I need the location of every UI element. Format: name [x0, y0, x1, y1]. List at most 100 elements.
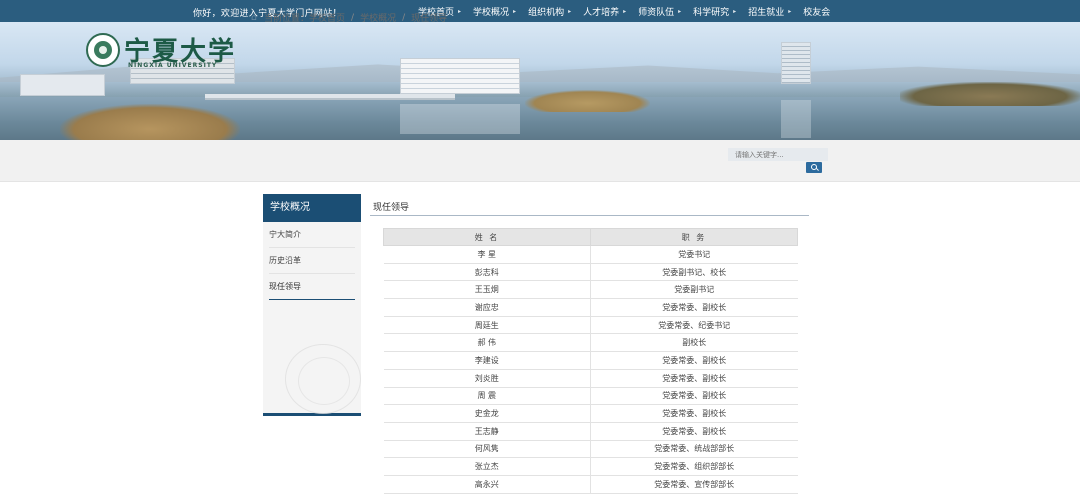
chevron-right-icon: ▸	[513, 7, 517, 15]
table-row: 王玉炯 党委副书记	[383, 280, 798, 300]
banner-reeds	[60, 104, 240, 140]
page-title: 现任领导	[373, 203, 410, 213]
cell-position: 党委常委、副校长	[590, 422, 798, 441]
cell-position: 党委常委、宣传部部长	[590, 475, 798, 494]
nav-item-faculty[interactable]: 师资队伍 ▸	[638, 5, 681, 18]
cell-name: 周廷生	[383, 316, 591, 335]
cell-name: 张立杰	[383, 457, 591, 476]
search-input[interactable]	[728, 148, 828, 161]
sidebar-item-history[interactable]: 历史沿革	[269, 248, 355, 274]
cell-name: 王志静	[383, 422, 591, 441]
table-row: 周廷生 党委常委、纪委书记	[383, 316, 798, 335]
table-row: 高永兴 党委常委、宣传部部长	[383, 475, 798, 494]
chevron-right-icon: ▸	[733, 7, 737, 15]
banner-reflection	[400, 104, 520, 134]
sidebar-title: 学校概况	[263, 194, 361, 222]
banner-reeds	[525, 90, 650, 112]
cell-position: 党委常委、统战部部长	[590, 440, 798, 459]
nav-label: 组织机构	[528, 7, 565, 18]
banner-building	[400, 58, 520, 94]
cell-name: 彭志科	[383, 263, 591, 282]
column-header-name: 姓 名	[383, 228, 591, 246]
breadcrumb-separator: /	[402, 12, 406, 23]
table-body: 李 星党委书记 彭志科 党委副书记、校长 王玉炯 党委副书记 谢应忠 党委常委、副校长 周廷生…	[383, 245, 798, 494]
table-row: 李建设 党委常委、副校长	[383, 351, 798, 370]
cell-name: 高永兴	[383, 475, 591, 494]
breadcrumb: ⌂ 当前位置： 学校首页 / 学校概况 / 现任领导	[251, 11, 448, 25]
cell-position: 党委常委、组织部部长	[590, 457, 798, 476]
table-row: 王志静 党委常委、副校长	[383, 422, 798, 441]
table-row: 郝 伟副校长	[383, 333, 798, 353]
table-row: 谢应忠 党委常委、副校长	[383, 298, 798, 317]
cell-position: 党委书记	[590, 245, 798, 264]
university-emblem-icon[interactable]	[86, 33, 120, 67]
cell-position: 党委常委、副校长	[590, 369, 798, 388]
cell-position: 党委常委、副校长	[590, 404, 798, 423]
nav-item-admission[interactable]: 招生就业 ▸	[748, 5, 791, 18]
table-row: 史金龙 党委常委、副校长	[383, 404, 798, 423]
nav-item-education[interactable]: 人才培养 ▸	[583, 5, 626, 18]
breadcrumb-prefix: 当前位置：	[264, 14, 310, 24]
chevron-right-icon: ▸	[623, 7, 627, 15]
nav-item-overview[interactable]: 学校概况 ▸	[473, 5, 516, 18]
nav-label: 师资队伍	[638, 7, 675, 18]
banner-building	[20, 74, 105, 96]
table-row: 周 震党委常委、副校长	[383, 387, 798, 406]
nav-item-alumni[interactable]: 校友会	[803, 5, 830, 18]
breadcrumb-home[interactable]: 学校首页	[309, 11, 345, 24]
university-logo-subtext: NINGXIA UNIVERSITY	[128, 62, 218, 69]
table-row: 李 星党委书记	[383, 245, 798, 264]
cell-name: 李建设	[383, 351, 591, 370]
breadcrumb-overview[interactable]: 学校概况	[360, 11, 396, 24]
chevron-right-icon: ▸	[678, 7, 682, 15]
cell-position: 党委副书记	[590, 280, 798, 300]
table-header-row: 姓 名 职 务	[383, 228, 798, 246]
cell-name: 何风隽	[383, 440, 591, 459]
table-row: 何风隽 党委常委、统战部部长	[383, 440, 798, 459]
home-icon: ⌂	[251, 13, 257, 23]
cell-name: 周 震	[383, 387, 591, 406]
nav-item-research[interactable]: 科学研究 ▸	[693, 5, 736, 18]
sidebar-item-leadership[interactable]: 现任领导	[269, 274, 355, 300]
emblem-watermark-icon	[285, 344, 361, 414]
table-row: 张立杰 党委常委、组织部部长	[383, 457, 798, 476]
banner-tower	[781, 42, 811, 84]
cell-position: 副校长	[590, 333, 798, 353]
chevron-right-icon: ▸	[568, 7, 572, 15]
nav-label: 科学研究	[693, 7, 730, 18]
nav-label: 学校概况	[473, 7, 510, 18]
column-header-position: 职 务	[590, 228, 798, 246]
table-row: 彭志科 党委副书记、校长	[383, 263, 798, 282]
main-nav: 学校首页 ▸ 学校概况 ▸ 组织机构 ▸ 人才培养 ▸ 师资队伍 ▸ 科学研究 ▸ 招生就业…	[418, 0, 842, 22]
cell-position: 党委常委、副校长	[590, 298, 798, 317]
breadcrumb-current: 现任领导	[411, 14, 448, 24]
cell-position: 党委常委、副校长	[590, 351, 798, 370]
nav-label: 校友会	[803, 7, 831, 18]
cell-name: 郝 伟	[383, 333, 591, 353]
table-row: 刘炎胜 党委常委、副校长	[383, 369, 798, 388]
cell-position: 党委常委、副校长	[590, 387, 798, 406]
search-button[interactable]	[806, 162, 822, 173]
sidebar: 学校概况 宁大简介 历史沿革 现任领导	[263, 194, 361, 416]
leadership-table: 姓 名 职 务 李 星党委书记 彭志科 党委副书记、校长 王玉炯 党委副书记 谢应忠 党委常…	[383, 228, 798, 494]
cell-name: 李 星	[383, 245, 591, 264]
cell-name: 谢应忠	[383, 298, 591, 317]
cell-name: 刘炎胜	[383, 369, 591, 388]
chevron-right-icon: ▸	[458, 7, 462, 15]
cell-name: 王玉炯	[383, 280, 591, 300]
chevron-right-icon: ▸	[788, 7, 792, 15]
nav-label: 招生就业	[748, 7, 785, 18]
top-bar: 你好，欢迎进入宁夏大学门户网站！ 学校首页 ▸ 学校概况 ▸ 组织机构 ▸ 人才培养 ▸…	[0, 0, 1080, 22]
nav-label: 人才培养	[583, 7, 620, 18]
cell-name: 史金龙	[383, 404, 591, 423]
banner-reflection	[781, 100, 811, 138]
cell-position: 党委常委、纪委书记	[590, 316, 798, 335]
nav-item-organization[interactable]: 组织机构 ▸	[528, 5, 571, 18]
sidebar-menu: 宁大简介 历史沿革 现任领导	[263, 222, 361, 300]
title-divider	[370, 215, 809, 216]
banner-bridge	[205, 94, 455, 100]
cell-position: 党委副书记、校长	[590, 263, 798, 282]
sidebar-item-introduction[interactable]: 宁大简介	[269, 222, 355, 248]
breadcrumb-separator: /	[351, 12, 355, 23]
breadcrumb-bar	[0, 140, 1080, 182]
